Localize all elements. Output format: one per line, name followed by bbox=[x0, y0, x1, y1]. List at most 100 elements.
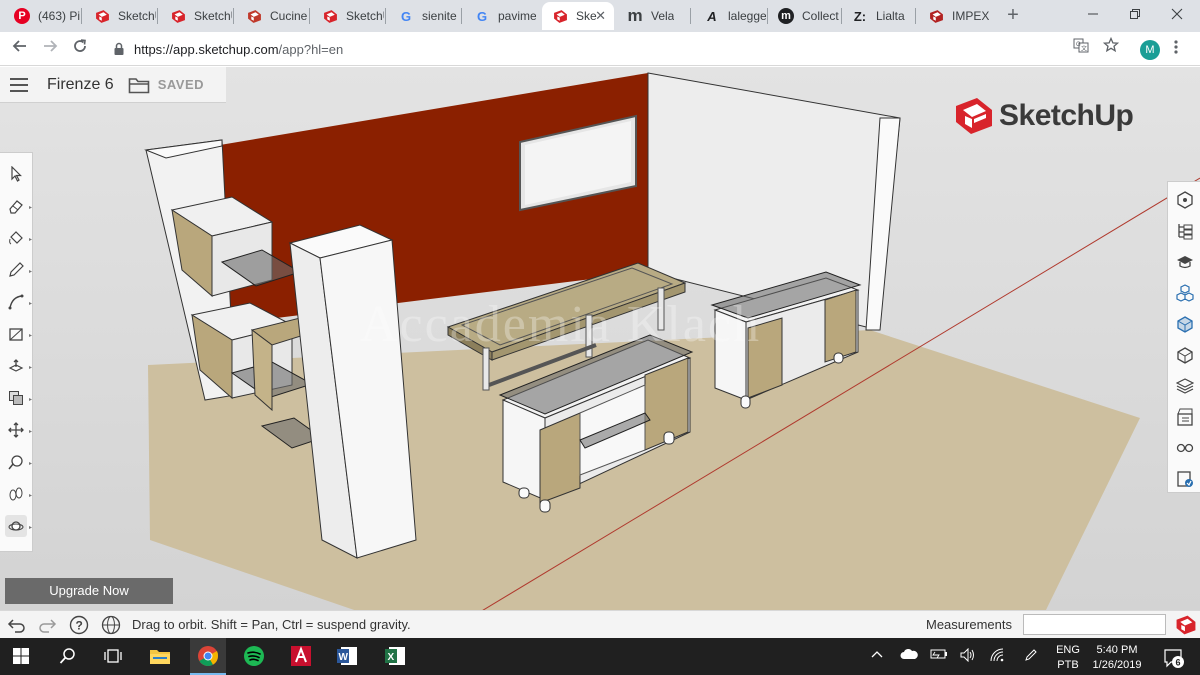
tab-active[interactable]: Ske ✕ bbox=[542, 2, 614, 30]
hamburger-menu-icon[interactable] bbox=[10, 77, 28, 92]
browser-tab-strip: + P (463) Pi SketchU SketchU Cucine SketchU Gs… bbox=[0, 0, 1200, 32]
3d-warehouse-icon[interactable] bbox=[1175, 469, 1195, 489]
browser-tab[interactable]: Z: Lialta bbox=[842, 2, 914, 30]
browser-menu-button[interactable] bbox=[1174, 39, 1178, 60]
browser-tab[interactable]: SketchU bbox=[84, 2, 156, 30]
browser-tab[interactable]: SketchU bbox=[312, 2, 384, 30]
select-tool-icon[interactable] bbox=[5, 163, 27, 185]
undo-icon bbox=[7, 619, 25, 633]
move-tool-icon[interactable]: ▸ bbox=[5, 419, 32, 441]
task-view-button[interactable] bbox=[100, 644, 126, 668]
windows-logo-icon bbox=[13, 648, 29, 664]
model-viewport[interactable]: Accademia Klach bbox=[0, 67, 1200, 610]
language-button[interactable] bbox=[100, 614, 122, 636]
sketchup-small-logo-icon bbox=[1176, 615, 1196, 635]
components-icon[interactable] bbox=[1175, 283, 1195, 303]
materials-icon[interactable] bbox=[1175, 314, 1195, 334]
autocad-button[interactable] bbox=[288, 644, 314, 668]
forward-button[interactable] bbox=[38, 37, 62, 61]
reload-icon bbox=[74, 39, 86, 52]
address-bar[interactable]: https://app.sketchup.com/app?hl=en bbox=[100, 36, 1130, 62]
clock[interactable]: 5:40 PM 1/26/2019 bbox=[1088, 643, 1146, 673]
word-icon: W bbox=[337, 647, 357, 665]
chrome-button[interactable] bbox=[195, 644, 221, 668]
folder-icon[interactable] bbox=[128, 76, 150, 94]
start-button[interactable] bbox=[8, 644, 34, 668]
translate-button[interactable]: G文 bbox=[1073, 37, 1089, 56]
redo-icon bbox=[39, 619, 57, 633]
chrome-icon bbox=[198, 646, 219, 666]
search-button[interactable] bbox=[55, 644, 81, 668]
rectangle-tool-icon[interactable]: ▸ bbox=[5, 323, 32, 345]
layers-icon[interactable] bbox=[1175, 376, 1195, 396]
sketchup-icon bbox=[94, 8, 110, 24]
browser-tab[interactable]: IMPEX bbox=[918, 2, 990, 30]
new-tab-button[interactable]: + bbox=[1003, 4, 1023, 26]
display-icon[interactable] bbox=[1175, 438, 1195, 458]
autocad-icon bbox=[291, 646, 311, 666]
eraser-tool-icon[interactable]: ▸ bbox=[5, 195, 32, 217]
spotify-button[interactable] bbox=[241, 644, 267, 668]
upgrade-now-button[interactable]: Upgrade Now bbox=[5, 578, 173, 604]
scenes-icon[interactable] bbox=[1175, 407, 1195, 427]
browser-tab[interactable]: Gpavime bbox=[464, 2, 536, 30]
file-explorer-button[interactable] bbox=[147, 644, 173, 668]
restore-button[interactable] bbox=[1112, 0, 1158, 30]
tab-separator bbox=[385, 8, 386, 24]
tab-title: sienite bbox=[422, 9, 457, 23]
action-center-button[interactable]: 6 bbox=[1163, 648, 1185, 673]
notification-icon: 6 bbox=[1164, 649, 1184, 668]
reload-button[interactable] bbox=[68, 37, 92, 61]
battery-icon[interactable] bbox=[930, 648, 948, 663]
pencil-tool-icon[interactable]: ▸ bbox=[5, 259, 32, 281]
bookmark-star-button[interactable] bbox=[1102, 36, 1120, 56]
redo-button[interactable] bbox=[36, 614, 58, 636]
pen-workspace-icon[interactable] bbox=[1024, 648, 1038, 665]
browser-tab[interactable]: SketchU bbox=[160, 2, 232, 30]
wifi-icon[interactable] bbox=[990, 648, 1006, 665]
tab-title: Ske bbox=[576, 9, 597, 23]
browser-tab[interactable]: Cucine bbox=[236, 2, 308, 30]
tab-title: Collect bbox=[802, 9, 839, 23]
browser-tab[interactable]: Alalegge bbox=[694, 2, 766, 30]
offset-tool-icon[interactable]: ▸ bbox=[5, 387, 32, 409]
walk-tool-icon[interactable]: ▸ bbox=[5, 483, 32, 505]
push-pull-icon[interactable]: ▸ bbox=[5, 355, 32, 377]
browser-tab[interactable]: m Vela bbox=[617, 2, 689, 30]
tray-expand-icon[interactable] bbox=[871, 648, 883, 662]
help-button[interactable]: ? bbox=[68, 614, 90, 636]
restore-icon bbox=[1130, 9, 1140, 19]
close-window-button[interactable] bbox=[1154, 0, 1200, 30]
paint-bucket-icon[interactable]: ▸ bbox=[5, 227, 32, 249]
translate-icon: G文 bbox=[1073, 38, 1089, 53]
excel-button[interactable]: X bbox=[382, 644, 408, 668]
file-name[interactable]: Firenze 6 bbox=[47, 76, 114, 94]
instructor-icon[interactable] bbox=[1175, 252, 1195, 272]
outliner-icon[interactable] bbox=[1175, 221, 1195, 241]
volume-icon[interactable] bbox=[960, 647, 976, 665]
undo-button[interactable] bbox=[6, 614, 28, 636]
onedrive-icon[interactable] bbox=[900, 648, 918, 663]
tab-title: pavime bbox=[498, 9, 536, 23]
measurements-input[interactable] bbox=[1023, 614, 1166, 635]
tab-separator bbox=[309, 8, 310, 24]
browser-tab[interactable]: m Collect bbox=[768, 2, 840, 30]
back-arrow-icon bbox=[12, 40, 26, 52]
input-language[interactable]: ENG PTB bbox=[1053, 643, 1083, 673]
close-tab-icon[interactable]: ✕ bbox=[595, 8, 606, 24]
more-vert-icon bbox=[1174, 40, 1178, 54]
arc-tool-icon[interactable]: ▸ bbox=[5, 291, 32, 313]
profile-avatar[interactable]: M bbox=[1140, 40, 1160, 60]
minimize-button[interactable] bbox=[1070, 0, 1116, 30]
tape-measure-icon[interactable]: ▸ bbox=[5, 451, 32, 473]
back-button[interactable] bbox=[8, 37, 32, 61]
svg-text:X: X bbox=[388, 652, 395, 663]
browser-tab[interactable]: P (463) Pi bbox=[4, 2, 80, 30]
saved-status: SAVED bbox=[157, 77, 205, 92]
browser-tab[interactable]: Gsienite bbox=[388, 2, 460, 30]
word-button[interactable]: W bbox=[334, 644, 360, 668]
right-panel-bar bbox=[1167, 181, 1200, 493]
orbit-tool-icon[interactable]: ▸ bbox=[5, 515, 32, 537]
entity-info-icon[interactable] bbox=[1175, 190, 1195, 210]
styles-icon[interactable] bbox=[1175, 345, 1195, 365]
